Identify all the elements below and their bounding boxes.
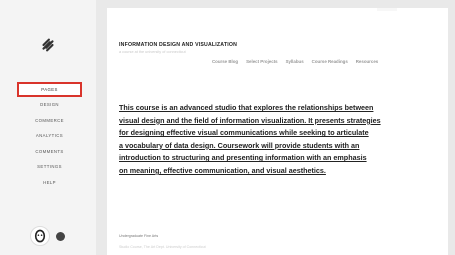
nav-syllabus[interactable]: Syllabus: [286, 59, 304, 64]
notification-dot-icon[interactable]: [56, 231, 65, 241]
avatar-face-icon: [34, 229, 46, 243]
intro-line: introduction to structuring and presenti…: [119, 153, 367, 163]
sidebar-item-comments[interactable]: COMMENTS: [17, 144, 82, 160]
sidebar-item-pages[interactable]: PAGES: [17, 82, 82, 97]
nav-course-readings[interactable]: Course Readings: [312, 59, 348, 64]
footer-subtext: Studio Course, The Art Dept. University …: [119, 245, 206, 249]
sidebar-footer: [30, 226, 65, 246]
sidebar-item-commerce[interactable]: COMMERCE: [17, 113, 82, 129]
user-avatar-icon[interactable]: [30, 226, 50, 246]
site-preview: INFORMATION DESIGN AND VISUALIZATION a c…: [107, 8, 448, 255]
site-navigation: Course Blog Select Projects Syllabus Cou…: [212, 59, 378, 64]
sidebar: PAGES DESIGN COMMERCE ANALYTICS COMMENTS…: [0, 0, 96, 255]
sidebar-item-design[interactable]: DESIGN: [17, 97, 82, 113]
preview-top-handle: [377, 8, 397, 11]
intro-text-block[interactable]: This course is an advanced studio that e…: [119, 102, 419, 178]
intro-line: a vocabulary of data design. Coursework …: [119, 140, 360, 150]
nav-resources[interactable]: Resources: [356, 59, 378, 64]
sidebar-nav: PAGES DESIGN COMMERCE ANALYTICS COMMENTS…: [17, 82, 82, 190]
site-subtitle: a course at the university of connecticu…: [119, 50, 186, 54]
squarespace-logo-icon[interactable]: [39, 36, 57, 54]
sidebar-item-analytics[interactable]: ANALYTICS: [17, 128, 82, 144]
site-title[interactable]: INFORMATION DESIGN AND VISUALIZATION: [119, 42, 237, 48]
nav-course-blog[interactable]: Course Blog: [212, 59, 238, 64]
nav-select-projects[interactable]: Select Projects: [246, 59, 277, 64]
footer-text: Undergraduate Fine Arts: [119, 234, 159, 238]
intro-line: visual design and the field of informati…: [119, 115, 381, 125]
intro-line: on meaning, effective communication, and…: [119, 165, 326, 175]
sidebar-item-help[interactable]: HELP: [17, 175, 82, 191]
intro-line: This course is an advanced studio that e…: [119, 103, 374, 112]
sidebar-item-settings[interactable]: SETTINGS: [17, 159, 82, 175]
intro-line: for designing effective visual communica…: [119, 128, 369, 138]
